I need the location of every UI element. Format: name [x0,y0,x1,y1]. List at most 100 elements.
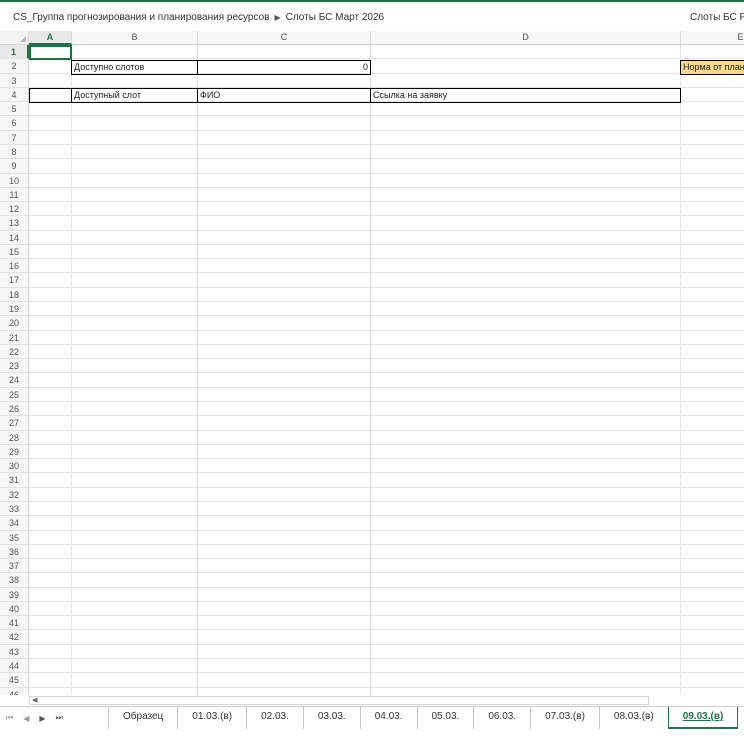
sheet-tab[interactable]: 01.03.(в) [177,707,246,729]
first-sheet-icon[interactable]: ⏮ [6,713,13,723]
row-divider [29,229,744,231]
row-divider [29,558,744,560]
row-header[interactable]: 14 [0,230,29,245]
row-header[interactable]: 3 [0,73,29,88]
row-divider [29,386,744,388]
column-divider [370,45,371,695]
row-header[interactable]: 15 [0,244,29,260]
row-header[interactable]: 7 [0,130,29,145]
selected-cell-a1[interactable] [29,45,72,60]
sheet-tab[interactable]: 07.03.(в) [530,707,599,729]
row-header[interactable]: 2 [0,59,29,74]
breadcrumb-file[interactable]: Слоты БС Март 2026 [286,8,384,28]
row-header[interactable]: 30 [0,459,29,474]
row-header[interactable]: 26 [0,402,29,417]
next-sheet-icon[interactable]: ▶ [39,714,45,723]
row-header[interactable]: 44 [0,659,29,674]
row-header[interactable]: 8 [0,144,29,160]
row-header[interactable]: 36 [0,544,29,560]
sheet-tab[interactable]: 09.03.(в) [667,707,739,729]
cell-b2[interactable]: Доступно слотов [71,60,198,75]
column-header-c[interactable]: C [198,31,371,45]
sheet-tab[interactable]: 03.03. [302,707,360,729]
row-divider [29,672,744,674]
row-header[interactable]: 28 [0,430,29,445]
row-header[interactable]: 43 [0,644,29,660]
row-header[interactable]: 45 [0,673,29,688]
cell-b4[interactable]: Доступный слот [71,88,198,103]
row-divider [29,315,744,317]
row-header[interactable]: 23 [0,359,29,374]
sheet-tab[interactable]: 06.03. [473,707,530,729]
row-header[interactable]: 41 [0,616,29,631]
scroll-left-icon[interactable]: ◀ [32,697,37,705]
select-all-icon [20,36,26,42]
row-divider [29,686,744,688]
row-header[interactable]: 40 [0,601,29,617]
cell-e2[interactable]: Норма от плана [680,60,744,75]
last-sheet-icon[interactable]: ⏭ [56,713,63,723]
row-header[interactable]: 17 [0,273,29,288]
row-header[interactable]: 13 [0,216,29,231]
row-divider [29,329,744,331]
row-header[interactable]: 20 [0,316,29,331]
column-header-b[interactable]: B [72,31,198,45]
row-header[interactable]: 6 [0,116,29,131]
row-header[interactable]: 31 [0,473,29,488]
document-title: Слоты БС Free [690,12,744,23]
row-header[interactable]: 24 [0,373,29,388]
row-header[interactable]: 12 [0,202,29,217]
row-header[interactable]: 5 [0,102,29,117]
row-divider [29,301,744,303]
row-header[interactable]: 32 [0,487,29,502]
cell-d4[interactable]: Ссылка на заявку [370,88,681,103]
cell-c2[interactable]: 0 [197,60,371,75]
row-header[interactable]: 37 [0,559,29,574]
sheet-tab[interactable]: 04.03. [359,707,417,729]
row-header[interactable]: 11 [0,187,29,203]
row-divider [29,486,744,488]
horizontal-scrollbar[interactable]: ◀ [29,696,649,705]
row-divider [29,186,744,188]
row-header[interactable]: 38 [0,573,29,588]
spreadsheet-grid[interactable]: A B C D E 1 2 3 4 5 6 7 8 9 10 11 12 13 14 15 16 17 18 19 2… [0,31,744,695]
row-header[interactable]: 34 [0,516,29,531]
cell-c4[interactable]: ФИО [197,88,371,103]
column-divider [197,45,198,695]
row-header[interactable]: 35 [0,530,29,545]
row-header[interactable]: 46 [0,687,29,695]
row-divider [29,158,744,160]
row-header[interactable]: 1 [0,45,29,60]
row-header[interactable]: 9 [0,159,29,174]
column-header-d[interactable]: D [371,31,681,45]
row-header[interactable]: 4 [0,87,29,103]
select-all-corner[interactable] [0,31,29,45]
cell-a4[interactable] [29,88,72,103]
row-divider [29,515,744,517]
sheet-tab[interactable]: 08.03.(в) [598,707,668,729]
row-header[interactable]: 10 [0,173,29,188]
previous-sheet-icon[interactable]: ◀ [23,714,29,723]
column-header-a[interactable]: A [29,31,72,45]
breadcrumb-folder[interactable]: CS_Группа прогнозирования и планирования… [13,8,269,28]
column-header-e[interactable]: E [681,31,744,45]
row-header[interactable]: 18 [0,287,29,303]
row-divider [29,372,744,374]
row-header[interactable]: 19 [0,302,29,317]
row-header[interactable]: 33 [0,501,29,517]
sheet-tab[interactable]: 02.03. [246,707,303,729]
row-header[interactable]: 16 [0,259,29,274]
row-divider [29,215,744,217]
sheet-footer: ◀ ⏮ ◀ ▶ ⏭ Образец 01.03.(в) 02.03. 03.03. 04… [0,695,744,745]
sheet-tab[interactable]: 05.03. [416,707,474,729]
sheet-tab[interactable]: Образец [108,707,177,729]
row-divider [29,258,744,260]
row-header[interactable]: 22 [0,344,29,360]
row-header[interactable]: 42 [0,630,29,645]
row-divider [29,115,744,117]
row-header[interactable]: 39 [0,587,29,602]
row-header[interactable]: 29 [0,444,29,460]
row-header[interactable]: 21 [0,330,29,345]
row-header[interactable]: 27 [0,416,29,431]
row-header[interactable]: 25 [0,387,29,402]
